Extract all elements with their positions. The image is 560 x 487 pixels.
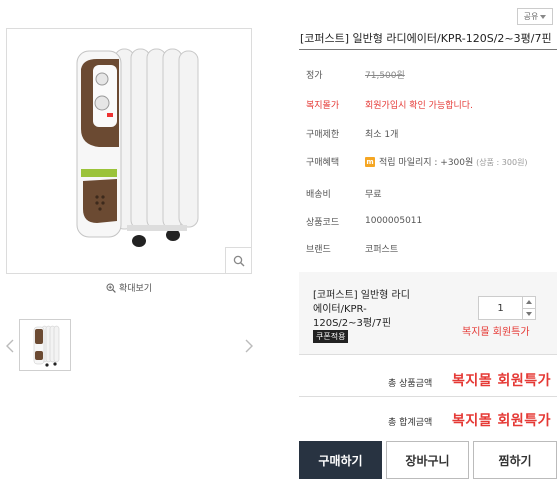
quantity-buttons [522, 297, 535, 319]
benefit-label: 구매혜택 [306, 157, 340, 168]
coupon-apply-button[interactable]: 쿠폰적용 [313, 330, 349, 343]
info-row-product-code: 상품코드 1000005011 [306, 211, 556, 231]
shipping-label: 배송비 [306, 189, 331, 200]
main-product-image[interactable] [6, 28, 252, 274]
caret-down-icon [526, 311, 532, 316]
chevron-left-icon [6, 339, 14, 353]
totals-divider-2 [299, 396, 557, 397]
grand-total-value: 복지몰 회원특가 [452, 413, 552, 429]
product-code-label: 상품코드 [306, 217, 340, 228]
caret-up-icon [526, 300, 532, 305]
benefit-value-wrap: m 적립 마일리지 : +300원 (상품 : 300원) [365, 155, 528, 168]
option-name: [코퍼스트] 일반형 라디에이터/KPR-120S/2~3평/7핀 [313, 290, 410, 329]
info-row-welfare-price: 복지몰가 회원가입시 확인 가능합니다. [306, 94, 556, 114]
enlarge-link[interactable]: 확대보기 [6, 281, 252, 294]
quantity-stepper[interactable]: 1 [478, 296, 536, 320]
caret-down-icon [540, 14, 547, 19]
total-product-amount-value: 복지몰 회원특가 [452, 373, 552, 389]
info-row-price: 정가 71,500원 [306, 64, 556, 84]
price-label: 정가 [306, 70, 323, 81]
magnifier-icon [233, 255, 244, 266]
purchase-limit-value: 최소 1개 [365, 129, 399, 140]
welfare-price-label: 복지몰가 [306, 100, 340, 111]
product-code-value: 1000005011 [365, 216, 423, 226]
enlarge-label: 확대보기 [118, 284, 153, 294]
brand-label: 브랜드 [306, 244, 331, 255]
info-row-purchase-limit: 구매제한 최소 1개 [306, 123, 556, 143]
quantity-decrease-button[interactable] [523, 307, 535, 320]
brand-value: 코퍼스트 [365, 244, 399, 255]
purchase-limit-label: 구매제한 [306, 129, 340, 140]
radiator-thumb-image [33, 325, 60, 367]
info-row-benefit: 구매혜택 m 적립 마일리지 : +300원 (상품 : 300원) [306, 151, 556, 171]
benefit-value: 적립 마일리지 : +300원 [379, 157, 474, 168]
radiator-image [76, 48, 199, 247]
zoom-in-icon [106, 282, 116, 293]
product-title: [코퍼스트] 일반형 라디에이터/KPR-120S/2~3평/7핀 [300, 32, 552, 45]
buy-now-button[interactable]: 구매하기 [299, 441, 382, 479]
price-value: 71,500원 [365, 70, 405, 81]
wishlist-button[interactable]: 찜하기 [473, 441, 557, 479]
chevron-right-icon [245, 339, 253, 353]
thumb-prev-button[interactable] [4, 336, 16, 356]
totals-divider [299, 354, 557, 355]
quantity-increase-button[interactable] [523, 297, 535, 308]
thumb-next-button[interactable] [243, 336, 255, 356]
share-label: 공유 [523, 12, 539, 21]
zoom-button[interactable] [225, 247, 251, 273]
shipping-value: 무료 [365, 189, 382, 200]
quantity-value[interactable]: 1 [479, 297, 522, 319]
option-price: 복지몰 회원특가 [462, 327, 530, 338]
benefit-note: (상품 : 300원) [476, 157, 528, 167]
info-row-shipping: 배송비 무료 [306, 183, 556, 203]
add-to-cart-button[interactable]: 장바구니 [386, 441, 469, 479]
info-row-brand: 브랜드 코퍼스트 [306, 238, 556, 258]
grand-total-label: 총 합계금액 [388, 418, 433, 428]
share-button[interactable]: 공유 [517, 8, 553, 25]
title-divider [299, 49, 557, 50]
total-product-amount-label: 총 상품금액 [388, 379, 433, 389]
welfare-price-value: 회원가입시 확인 가능합니다. [365, 100, 473, 111]
product-thumbnail[interactable] [19, 319, 71, 371]
mileage-icon: m [365, 157, 375, 167]
